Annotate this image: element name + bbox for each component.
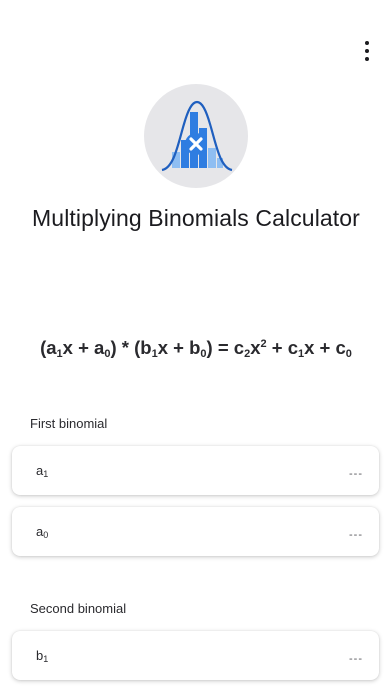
b1-field-label: b1 [36, 648, 49, 664]
a0-field-value: --- [349, 529, 363, 541]
a0-field-label: a0 [36, 524, 49, 540]
app-title: Multiplying Binomials Calculator [32, 205, 360, 231]
a1-input-field[interactable]: a1 --- [12, 446, 379, 495]
first-binomial-label: First binomial [30, 416, 108, 431]
a0-input-field[interactable]: a0 --- [12, 507, 379, 556]
a1-field-value: --- [349, 468, 363, 480]
second-binomial-label: Second binomial [30, 601, 127, 616]
bell-curve-multiply-icon [161, 100, 233, 172]
binomial-formula: (a1x + a0) * (b1x + b0) = c2x2 + c1x + c… [40, 337, 352, 360]
b1-input-field[interactable]: b1 --- [12, 631, 379, 680]
b1-field-value: --- [349, 653, 363, 665]
calculator-screen: Multiplying Binomials Calculator (a1x + … [0, 0, 392, 696]
more-vert-icon[interactable] [350, 36, 384, 66]
menu-dot [365, 41, 369, 45]
app-logo [144, 84, 248, 188]
menu-dot [365, 57, 369, 61]
a1-field-label: a1 [36, 463, 49, 479]
menu-dot [365, 49, 369, 53]
